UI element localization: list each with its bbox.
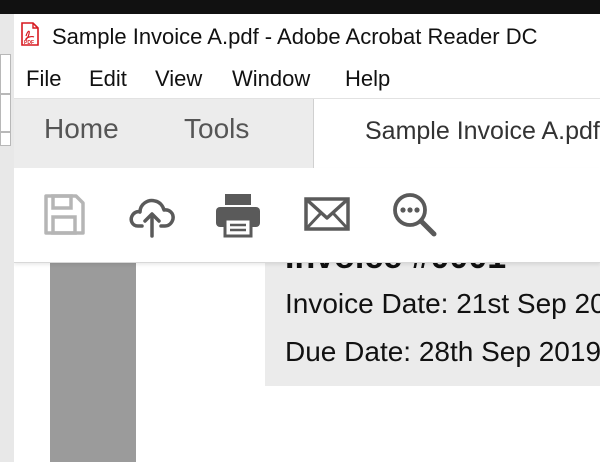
quick-tools-toolbar (14, 168, 600, 263)
pdf-file-icon: PDF (20, 22, 40, 46)
menu-view[interactable]: View (155, 66, 202, 92)
tab-home[interactable]: Home (44, 113, 119, 145)
menu-edit[interactable]: Edit (89, 66, 127, 92)
document-view[interactable]: Invoice #0001 Invoice Date: 21st Sep 201… (14, 252, 600, 462)
background-control (0, 132, 11, 146)
print-icon[interactable] (212, 188, 264, 240)
invoice-date: Invoice Date: 21st Sep 2019 (285, 288, 600, 319)
email-icon[interactable] (301, 188, 353, 240)
search-text-icon[interactable] (388, 188, 440, 240)
screen-top-edge (0, 0, 600, 14)
due-date: Due Date: 28th Sep 2019 (285, 336, 600, 367)
window-title: Sample Invoice A.pdf - Adobe Acrobat Rea… (52, 24, 538, 49)
tab-document[interactable]: Sample Invoice A.pdf (365, 117, 600, 146)
menu-bar: File Edit View Window Help (14, 60, 600, 96)
tab-tools[interactable]: Tools (184, 113, 249, 145)
menu-window[interactable]: Window (232, 66, 310, 92)
invoice-header: Invoice #0001 Invoice Date: 21st Sep 201… (265, 252, 600, 386)
tab-bar: Home Tools Sample Invoice A.pdf (14, 98, 600, 169)
background-control (0, 94, 11, 132)
menu-help[interactable]: Help (345, 66, 390, 92)
background-control (0, 54, 11, 94)
tab-group: Home Tools (14, 99, 314, 169)
upload-cloud-icon[interactable] (126, 188, 178, 240)
svg-text:PDF: PDF (24, 40, 34, 46)
background-window (0, 14, 15, 462)
page-margin-bar (50, 252, 136, 462)
save-icon[interactable] (38, 188, 90, 240)
acrobat-window: PDF Sample Invoice A.pdf - Adobe Acrobat… (14, 14, 600, 462)
menu-file[interactable]: File (26, 66, 61, 92)
title-bar: PDF Sample Invoice A.pdf - Adobe Acrobat… (14, 14, 600, 60)
